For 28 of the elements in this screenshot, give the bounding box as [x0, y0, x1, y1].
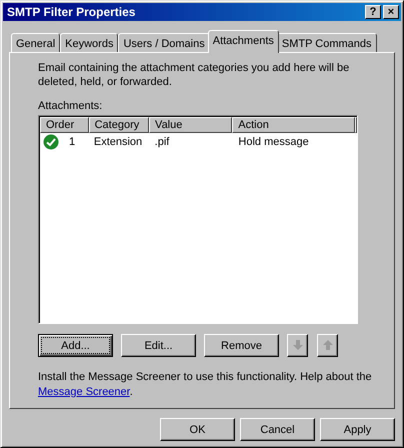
tab[interactable]: General: [11, 33, 60, 53]
list-button[interactable]: Add...: [38, 334, 113, 357]
tab[interactable]: Users / Domains: [118, 33, 210, 53]
help-link[interactable]: Message Screener: [38, 386, 130, 398]
table-cell-text: .pif: [154, 136, 170, 148]
help-text: Install the Message Screener to use this functionality. Help about the Message Screener.: [38, 370, 373, 400]
column-header[interactable]: Value: [149, 117, 232, 133]
list-button[interactable]: Remove: [204, 334, 279, 357]
title-bar-button[interactable]: ×: [383, 5, 399, 19]
up-arrow-icon: [322, 340, 332, 351]
column-header[interactable]: Order: [40, 117, 89, 133]
dialog-button[interactable]: OK: [160, 418, 235, 441]
table-cell: 1: [69, 136, 76, 148]
list-label: Attachments:: [38, 100, 104, 112]
window-title: SMTP Filter Properties: [7, 5, 136, 19]
list-button[interactable]: Edit...: [121, 334, 196, 357]
table-cell-text: Hold message: [237, 136, 310, 148]
description-text: Email containing the attachment categories you add here will be deleted, held, or forwarded.: [38, 61, 350, 89]
title-bar-button[interactable]: ?: [365, 5, 381, 19]
dialog-button[interactable]: Cancel: [240, 418, 315, 441]
column-header[interactable]: Category: [88, 117, 150, 133]
column-header[interactable]: Action: [232, 117, 355, 133]
table-cell-text: Extension: [92, 136, 144, 148]
dialog-button[interactable]: Apply: [320, 418, 395, 441]
tab[interactable]: Keywords: [60, 33, 118, 53]
tab[interactable]: SMTP Commands: [276, 33, 377, 53]
tab[interactable]: Attachments: [208, 30, 279, 53]
down-arrow-icon: [292, 340, 302, 351]
